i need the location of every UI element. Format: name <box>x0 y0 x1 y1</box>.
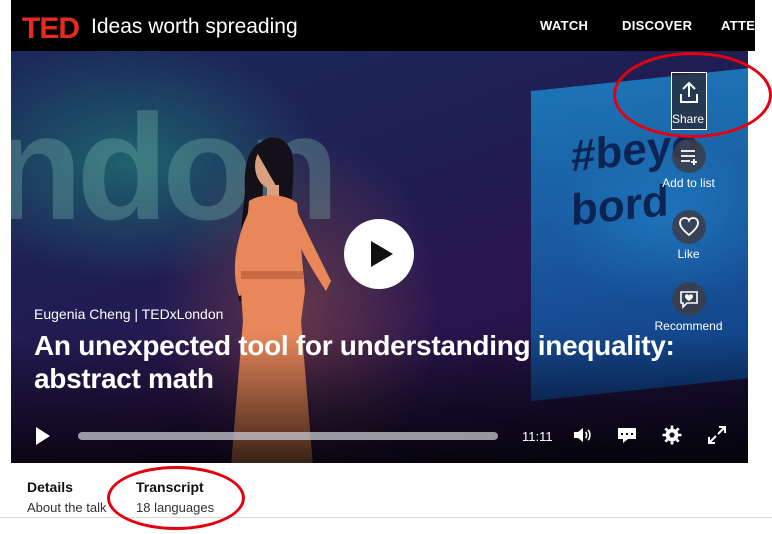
progress-bar[interactable] <box>78 432 498 440</box>
tagline: Ideas worth spreading <box>91 15 298 38</box>
play-button[interactable] <box>344 219 414 289</box>
recommend-label: Recommend <box>654 319 723 333</box>
ted-logo[interactable]: TED <box>22 12 80 46</box>
nav-attend[interactable]: ATTEN <box>721 18 755 33</box>
nav-watch[interactable]: WATCH <box>540 18 588 33</box>
transcript-annotation-circle <box>107 466 245 530</box>
subtitles-icon[interactable] <box>616 424 638 446</box>
play-icon <box>371 241 393 267</box>
fullscreen-icon[interactable] <box>706 424 728 446</box>
tab-details-title[interactable]: Details <box>27 479 73 495</box>
talk-title: An unexpected tool for understanding ine… <box>34 330 675 394</box>
duration-label: 11:11 <box>522 429 553 444</box>
volume-icon[interactable] <box>571 424 593 446</box>
control-play-icon[interactable] <box>36 427 50 445</box>
speaker-event: Eugenia Cheng | TEDxLondon <box>34 306 224 322</box>
nav-discover[interactable]: DISCOVER <box>622 18 692 33</box>
add-to-list-label: Add to list <box>662 176 715 190</box>
like-button[interactable]: Like <box>651 210 726 261</box>
settings-gear-icon[interactable] <box>661 424 683 446</box>
add-to-list-button[interactable]: Add to list <box>651 139 726 190</box>
recommend-icon <box>671 282 706 316</box>
heart-icon <box>671 210 706 244</box>
recommend-button[interactable]: Recommend <box>651 282 726 333</box>
tab-details-subtitle[interactable]: About the talk <box>27 500 107 515</box>
section-divider <box>0 517 772 518</box>
like-label: Like <box>677 247 700 261</box>
top-navigation-bar: TED Ideas worth spreading WATCH DISCOVER… <box>11 0 755 51</box>
share-annotation-circle <box>613 52 772 138</box>
add-to-list-icon <box>671 139 706 173</box>
